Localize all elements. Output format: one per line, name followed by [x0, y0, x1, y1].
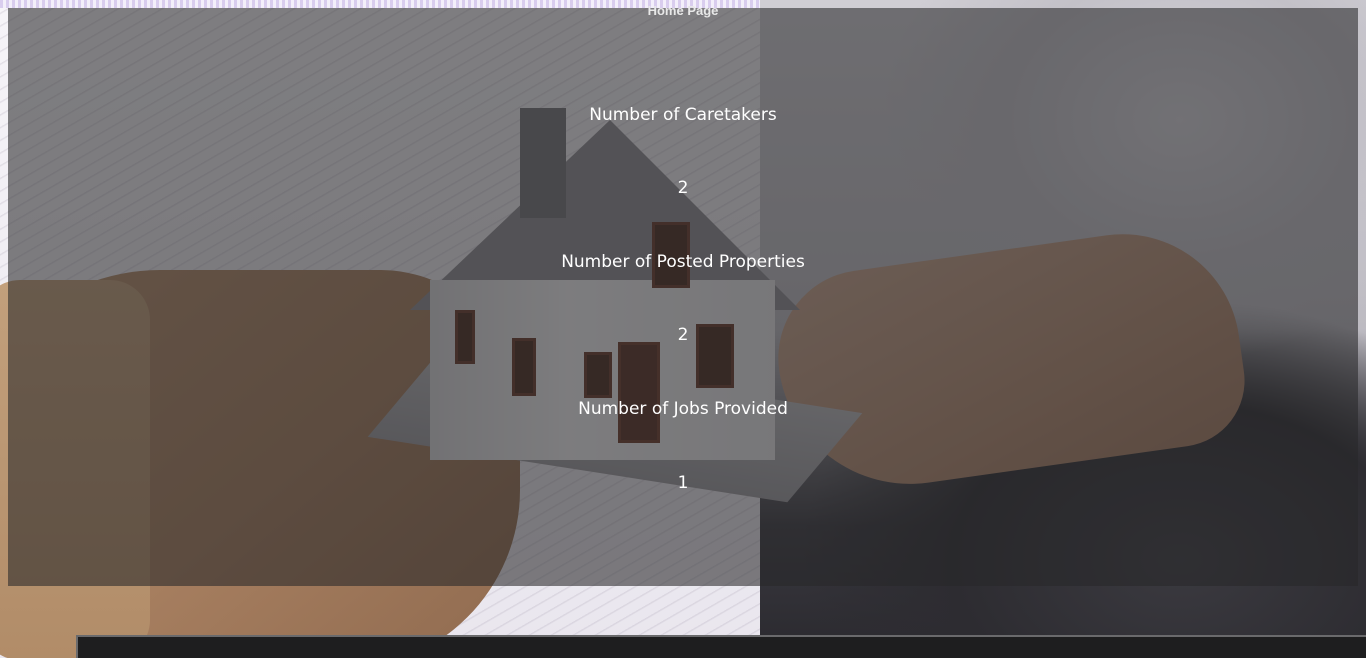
jobs-provided-count: 1: [677, 473, 689, 493]
footer-bar: [76, 635, 1366, 658]
stats-panel: Number of Caretakers 2 Number of Posted …: [8, 8, 1358, 586]
home-page-link[interactable]: Home Page: [0, 3, 1366, 19]
posted-properties-count: 2: [677, 325, 689, 345]
posted-properties-label: Number of Posted Properties: [561, 252, 805, 272]
caretakers-label: Number of Caretakers: [589, 105, 777, 125]
caretakers-count: 2: [677, 178, 689, 198]
jobs-provided-label: Number of Jobs Provided: [578, 399, 788, 419]
